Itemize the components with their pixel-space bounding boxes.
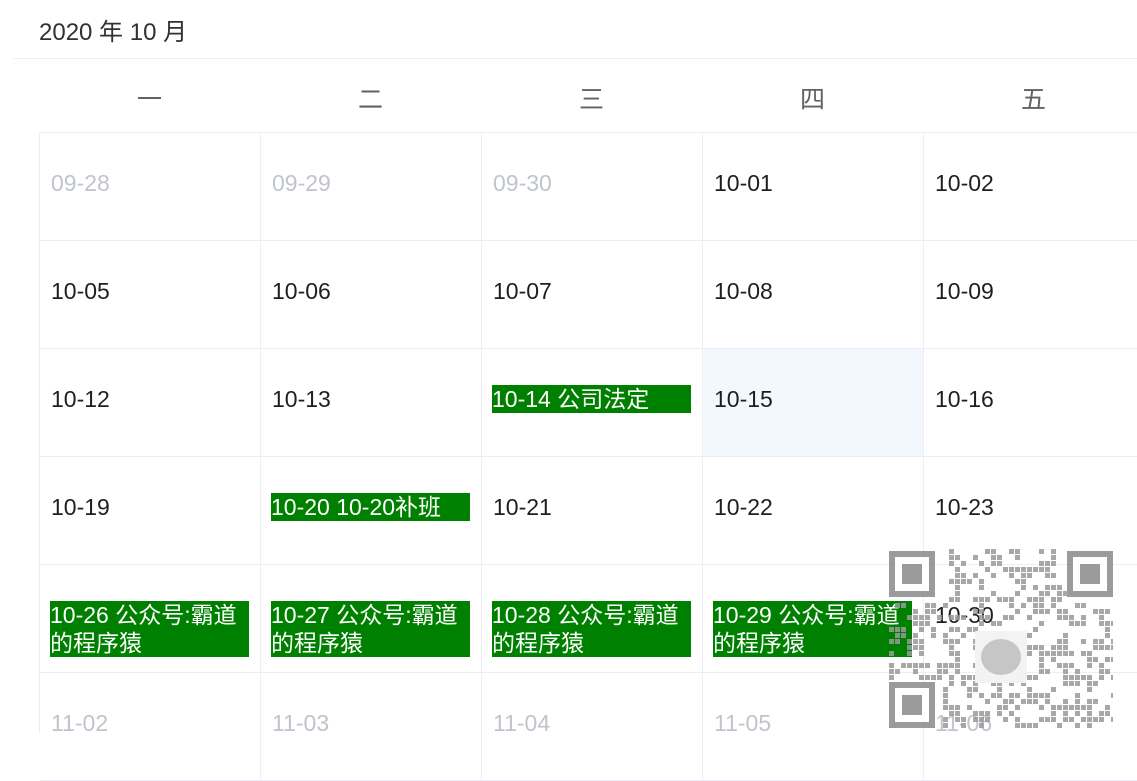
day-cell[interactable]: 11-03: [261, 673, 482, 781]
day-event-label: 10-27 公众号:霸道的程序猿: [271, 601, 470, 657]
day-date-label: 10-07: [493, 278, 552, 304]
day-cell[interactable]: 10-02: [924, 133, 1137, 241]
day-event-label: 10-20 10-20补班: [271, 493, 470, 521]
day-date-label: 10-13: [272, 386, 331, 412]
qr-code-icon: [889, 549, 1113, 728]
day-date-label: 10-19: [51, 494, 110, 520]
day-event-label: 10-26 公众号:霸道的程序猿: [50, 601, 249, 657]
day-cell[interactable]: 10-13: [261, 349, 482, 457]
day-cell[interactable]: 10-16: [924, 349, 1137, 457]
day-date-label: 10-12: [51, 386, 110, 412]
day-date-label: 10-02: [935, 170, 994, 196]
weekday-thu: 四: [799, 86, 825, 114]
weekday-tue: 二: [357, 86, 383, 114]
day-event-label: 10-28 公众号:霸道的程序猿: [492, 601, 691, 657]
day-cell[interactable]: 09-29: [261, 133, 482, 241]
day-cell[interactable]: 10-28 公众号:霸道的程序猿: [482, 565, 703, 673]
day-cell[interactable]: 10-06: [261, 241, 482, 349]
day-cell[interactable]: 09-30: [482, 133, 703, 241]
day-cell[interactable]: 10-07: [482, 241, 703, 349]
calendar-header: 2020 年 10 月: [14, 0, 1137, 59]
weekday-fri: 五: [1020, 86, 1046, 114]
day-event-label: 10-14 公司法定: [492, 385, 691, 413]
day-cell[interactable]: 11-02: [40, 673, 261, 781]
weekday-mon: 一: [136, 86, 162, 114]
day-cell[interactable]: 10-21: [482, 457, 703, 565]
day-cell[interactable]: 10-15: [703, 349, 924, 457]
day-cell[interactable]: 09-28: [40, 133, 261, 241]
day-cell[interactable]: 11-04: [482, 673, 703, 781]
day-date-label: 10-08: [714, 278, 773, 304]
day-date-label: 11-03: [272, 710, 330, 736]
day-cell[interactable]: 10-27 公众号:霸道的程序猿: [261, 565, 482, 673]
day-event-label: 10-29 公众号:霸道的程序猿: [713, 601, 912, 657]
day-date-label: 11-02: [51, 710, 109, 736]
day-date-label: 10-06: [272, 278, 331, 304]
day-date-label: 10-01: [714, 170, 773, 196]
day-cell[interactable]: 10-26 公众号:霸道的程序猿: [40, 565, 261, 673]
calendar-title: 2020 年 10 月: [39, 19, 188, 46]
day-date-label: 09-28: [51, 170, 110, 196]
day-date-label: 10-22: [714, 494, 773, 520]
day-date-label: 11-05: [714, 710, 772, 736]
weekday-header-row: 一 二 三 四 五: [39, 80, 1137, 132]
day-cell[interactable]: 10-09: [924, 241, 1137, 349]
day-date-label: 10-23: [935, 494, 994, 520]
day-date-label: 10-16: [935, 386, 994, 412]
day-cell[interactable]: 10-01: [703, 133, 924, 241]
weekday-wed: 三: [578, 86, 604, 114]
day-cell[interactable]: 10-19: [40, 457, 261, 565]
day-cell[interactable]: 10-12: [40, 349, 261, 457]
day-cell[interactable]: 10-20 10-20补班: [261, 457, 482, 565]
day-cell[interactable]: 10-05: [40, 241, 261, 349]
day-date-label: 09-30: [493, 170, 552, 196]
day-date-label: 10-21: [493, 494, 552, 520]
day-date-label: 11-04: [493, 710, 551, 736]
day-date-label: 10-09: [935, 278, 994, 304]
day-date-label: 10-15: [714, 386, 773, 412]
day-date-label: 10-05: [51, 278, 110, 304]
day-date-label: 09-29: [272, 170, 331, 196]
day-cell[interactable]: 10-14 公司法定: [482, 349, 703, 457]
day-cell[interactable]: 10-08: [703, 241, 924, 349]
